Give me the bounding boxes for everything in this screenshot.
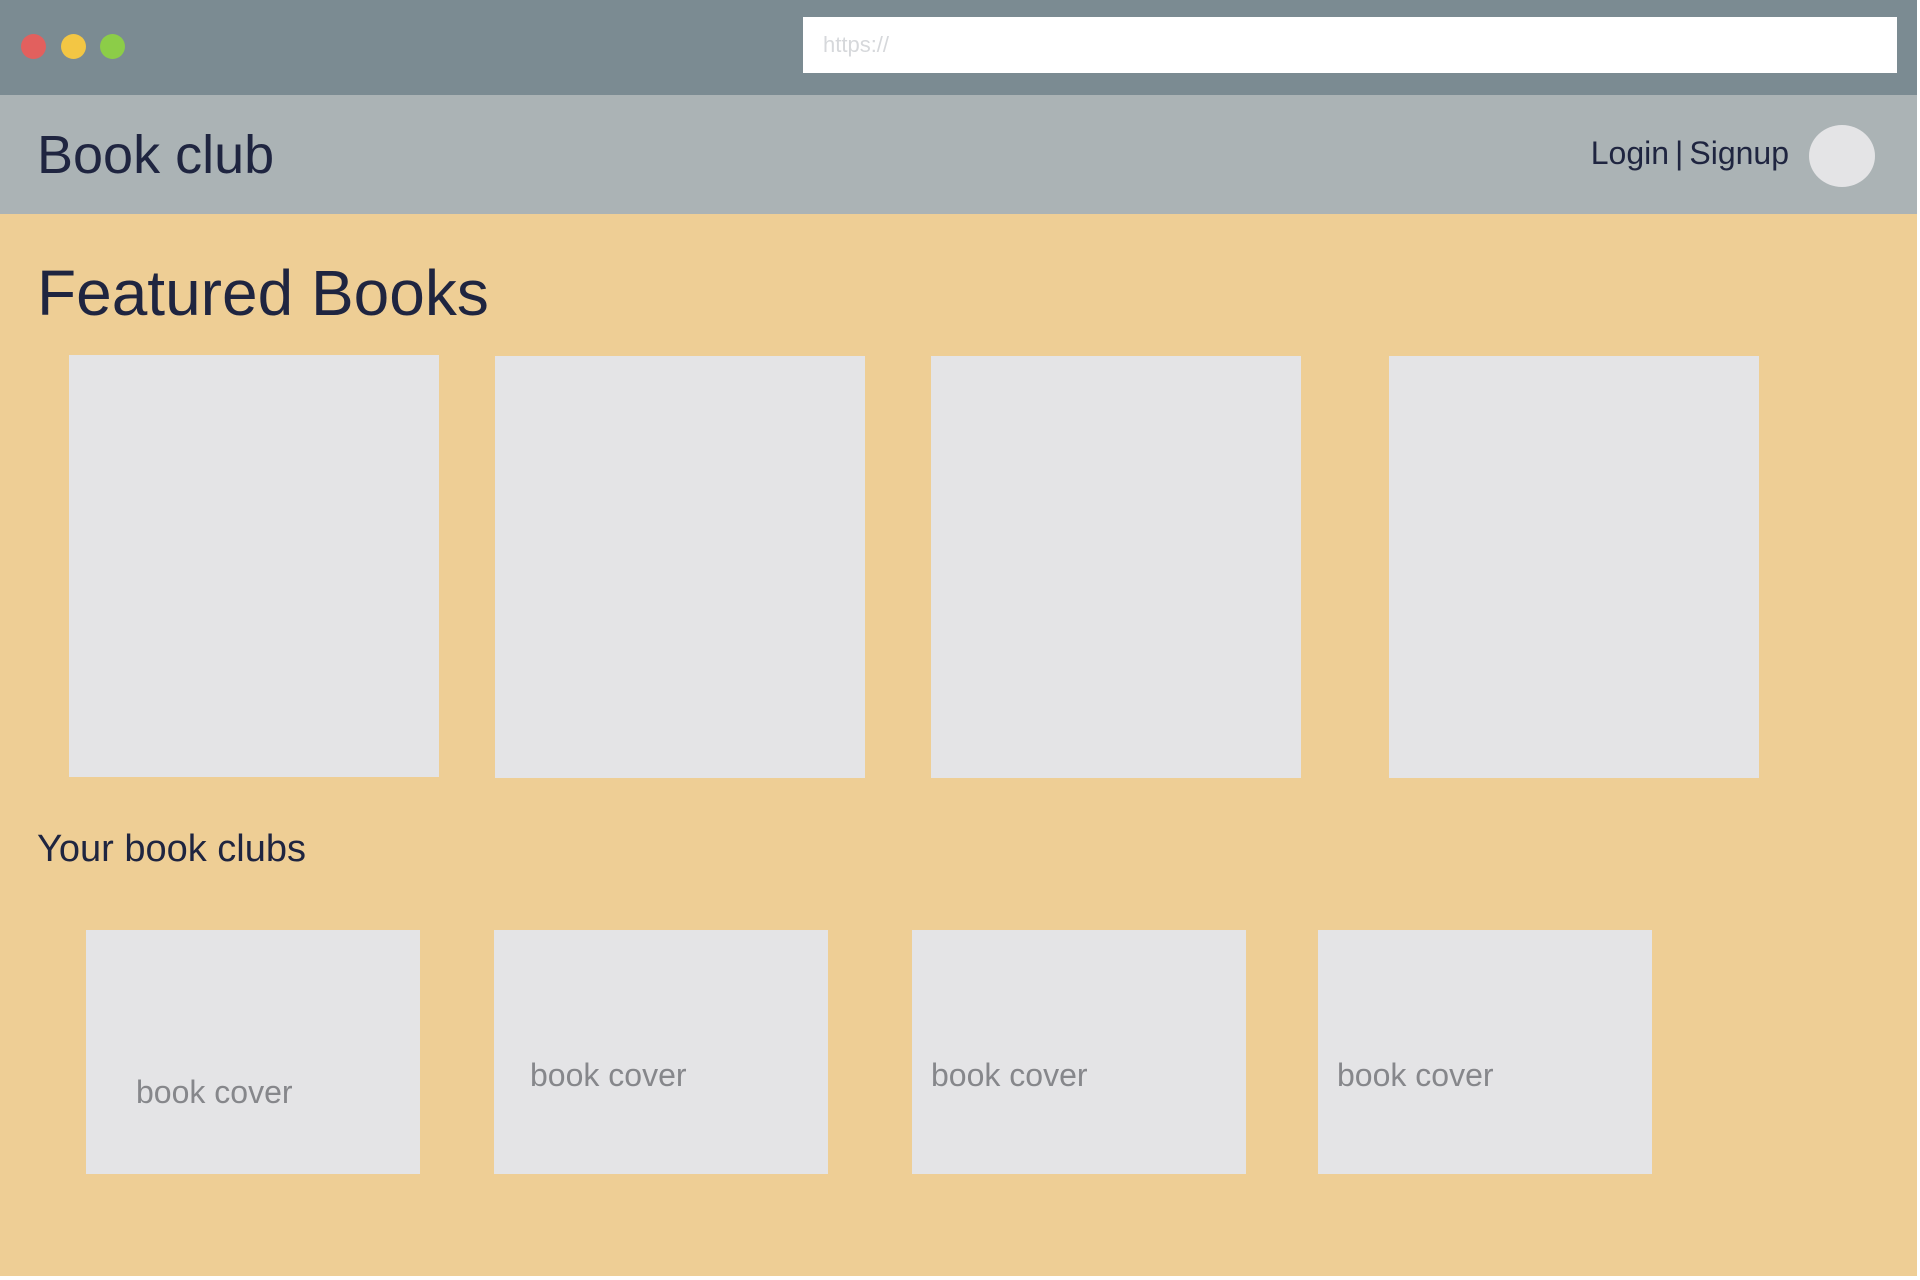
book-club-card[interactable]: book cover (86, 930, 420, 1174)
close-window-button[interactable] (21, 34, 46, 59)
book-clubs-heading: Your book clubs (37, 828, 307, 870)
auth-separator: | (1675, 135, 1684, 171)
book-club-card[interactable]: book cover (912, 930, 1246, 1174)
site-header: Book club Login | Signup (0, 95, 1917, 214)
featured-book-card[interactable] (931, 356, 1301, 778)
book-cover-label: book cover (136, 1074, 293, 1110)
featured-book-card[interactable] (495, 356, 865, 778)
minimize-window-button[interactable] (61, 34, 86, 59)
featured-book-card[interactable] (1389, 356, 1759, 778)
book-club-card[interactable]: book cover (1318, 930, 1652, 1174)
site-logo[interactable]: Book club (37, 125, 274, 185)
main-content: Featured Books Your book clubs book cove… (0, 214, 1917, 1276)
avatar[interactable] (1809, 125, 1875, 187)
featured-books-heading: Featured Books (37, 257, 489, 329)
login-link[interactable]: Login (1591, 135, 1669, 171)
featured-book-card[interactable] (69, 355, 439, 777)
browser-window: Book club Login|Signup Featured Books Yo… (0, 0, 1917, 1276)
book-cover-label: book cover (931, 1057, 1088, 1093)
auth-links: Login | Signup (1591, 133, 1789, 173)
book-club-card[interactable]: book cover (494, 930, 828, 1174)
book-cover-label: book cover (1337, 1057, 1494, 1093)
signup-link[interactable]: Signup (1689, 135, 1789, 171)
maximize-window-button[interactable] (100, 34, 125, 59)
book-cover-label: book cover (530, 1057, 687, 1093)
address-bar-input[interactable] (803, 17, 1897, 73)
browser-titlebar (0, 0, 1917, 95)
